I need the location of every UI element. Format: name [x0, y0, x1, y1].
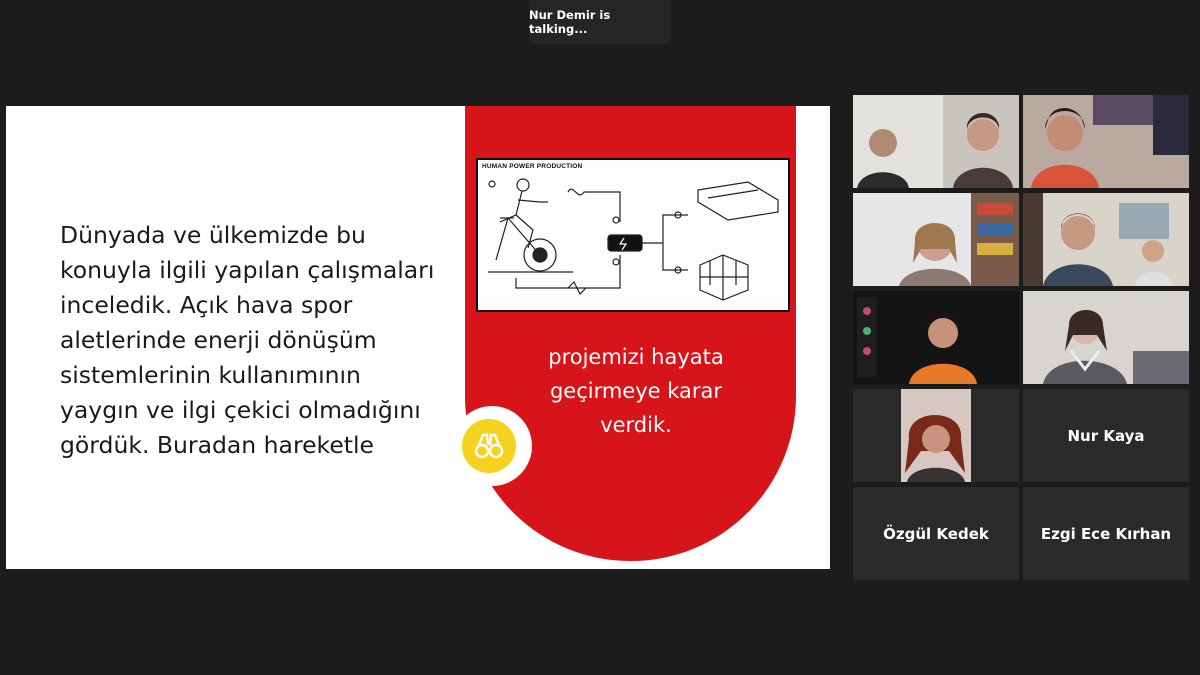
participant-tile-6[interactable] [1023, 291, 1189, 384]
participant-name: Özgül Kedek [883, 524, 989, 543]
slide-body-text: Dünyada ve ülkemizde bu konuyla ilgili y… [60, 221, 435, 459]
bike-energy-illustration [488, 178, 779, 301]
participant-name: Nur Kaya [1067, 426, 1145, 445]
active-speaker-banner: Nur Demir is talking... [529, 0, 671, 44]
participant-tile-4[interactable] [1023, 193, 1189, 286]
participant-tile-1[interactable] [853, 95, 1019, 188]
diagram-title: HUMAN POWER PRODUCTION [482, 163, 583, 170]
slide-red-panel-text: projemizi hayata geçirmeye karar verdik. [548, 345, 724, 437]
participant-video-7 [853, 389, 1019, 482]
participant-tile-3[interactable] [853, 193, 1019, 286]
human-power-diagram: HUMAN POWER PRODUCTION [476, 158, 790, 312]
participant-tile-2[interactable] [1023, 95, 1189, 188]
participant-video-3 [853, 193, 1019, 286]
participant-tile-7[interactable] [853, 389, 1019, 482]
participant-video-4 [1023, 193, 1189, 286]
participant-tile-5[interactable] [853, 291, 1019, 384]
participant-video-2 [1023, 95, 1189, 188]
binoculars-badge [452, 406, 532, 486]
participant-video-5 [853, 291, 1019, 384]
participant-tile-ezgi-ece-kirhan[interactable]: Ezgi Ece Kırhan [1023, 487, 1189, 580]
participant-name: Ezgi Ece Kırhan [1040, 524, 1172, 543]
participant-tile-ozgul-kedek[interactable]: Özgül Kedek [853, 487, 1019, 580]
participant-tile-nur-kaya[interactable]: Nur Kaya [1023, 389, 1189, 482]
participant-video-1 [853, 95, 1019, 188]
participant-video-6 [1023, 291, 1189, 384]
active-speaker-text: Nur Demir is talking... [529, 8, 611, 36]
shared-screen-slide: Dünyada ve ülkemizde bu konuyla ilgili y… [6, 106, 830, 569]
binoculars-icon [462, 419, 516, 473]
